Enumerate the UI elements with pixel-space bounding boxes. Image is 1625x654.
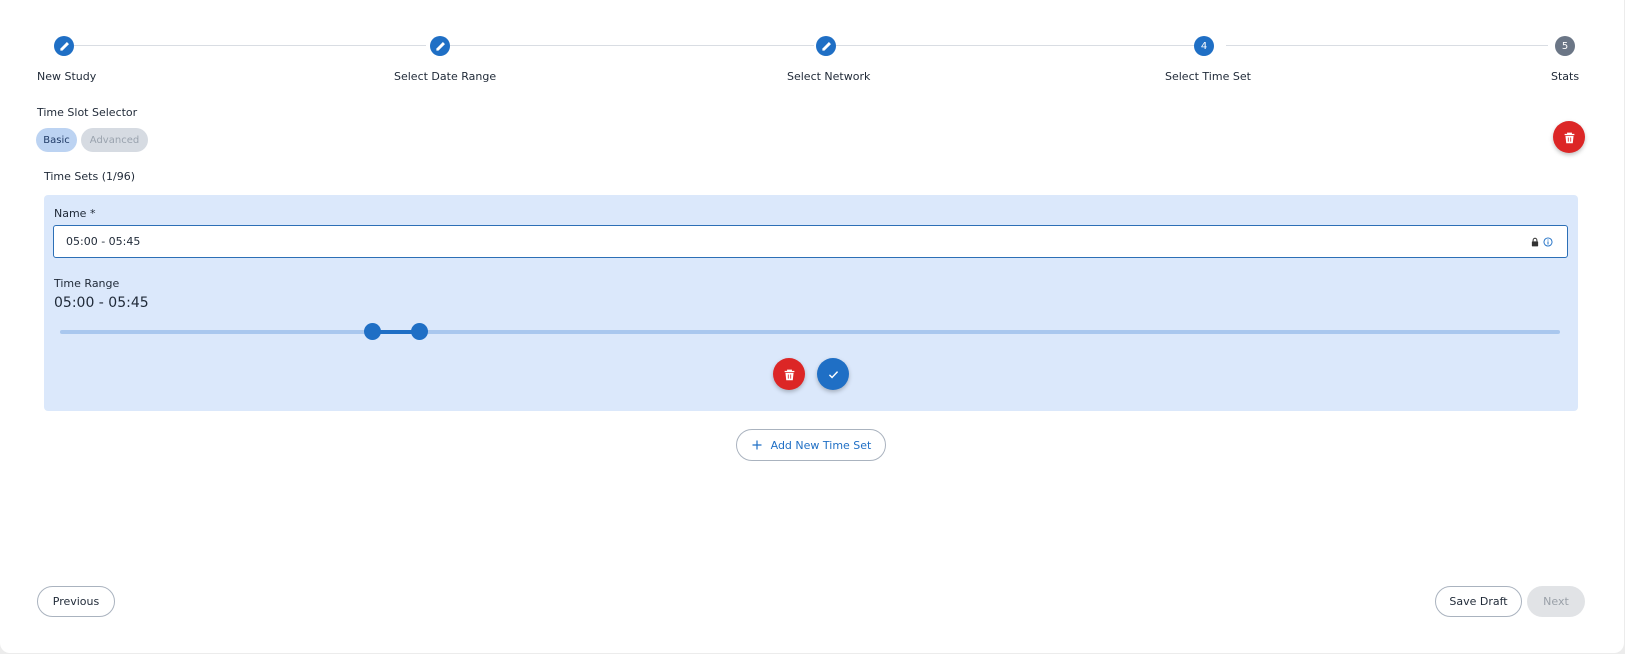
add-new-time-set-label: Add New Time Set <box>770 438 872 452</box>
time-sets-count: Time Sets (1/96) <box>44 170 135 183</box>
step-label-select-date-range: Select Date Range <box>394 70 497 83</box>
step-label-stats: Stats <box>1551 70 1580 83</box>
step-3-edit-icon[interactable] <box>816 36 836 56</box>
save-draft-button[interactable]: Save Draft <box>1435 586 1522 617</box>
previous-button[interactable]: Previous <box>37 586 115 617</box>
time-set-name-input[interactable] <box>53 225 1568 258</box>
study-wizard-panel: 4 5 New Study Select Date Range Select N… <box>0 0 1624 653</box>
info-icon[interactable] <box>1542 236 1554 248</box>
pencil-icon <box>821 41 831 51</box>
trash-icon <box>784 369 794 380</box>
time-range-end-handle[interactable] <box>410 323 428 340</box>
time-range-value: 05:00 - 05:45 <box>54 295 149 311</box>
lock-icon[interactable] <box>1529 236 1541 248</box>
pencil-icon <box>59 41 69 51</box>
trash-icon <box>1564 132 1574 143</box>
check-icon <box>828 370 838 379</box>
plus-icon <box>752 440 762 450</box>
step-label-new-study: New Study <box>37 70 97 83</box>
time-set-card: Name * Time Range 05:00 - 05:45 <box>44 195 1578 411</box>
step-4-number: 4 <box>1194 36 1214 56</box>
time-range-start-handle[interactable] <box>363 323 381 340</box>
pencil-icon <box>435 41 445 51</box>
step-1-edit-icon[interactable] <box>54 36 74 56</box>
step-connector <box>1226 45 1548 46</box>
advanced-mode-button[interactable]: Advanced <box>81 128 148 152</box>
basic-mode-button[interactable]: Basic <box>36 128 77 152</box>
time-range-label: Time Range <box>54 277 120 290</box>
wizard-stepper: 4 5 New Study Select Date Range Select N… <box>0 0 1625 95</box>
name-field-label: Name * <box>54 207 96 220</box>
input-extension-icons <box>1529 235 1554 248</box>
time-slot-selector-title: Time Slot Selector <box>37 106 138 119</box>
step-label-select-time-set: Select Time Set <box>1165 70 1251 83</box>
step-2-edit-icon[interactable] <box>430 36 450 56</box>
delete-time-set-button[interactable] <box>773 358 805 390</box>
step-connector <box>836 45 1204 46</box>
step-label-select-network: Select Network <box>787 70 871 83</box>
time-range-slider-track[interactable] <box>60 330 1560 334</box>
step-connector <box>450 45 814 46</box>
next-button[interactable]: Next <box>1527 586 1585 617</box>
step-connector <box>74 45 426 46</box>
confirm-time-set-button[interactable] <box>817 358 849 390</box>
delete-all-button[interactable] <box>1553 121 1585 153</box>
add-new-time-set-button[interactable]: Add New Time Set <box>736 429 886 461</box>
step-5-number: 5 <box>1555 36 1575 56</box>
